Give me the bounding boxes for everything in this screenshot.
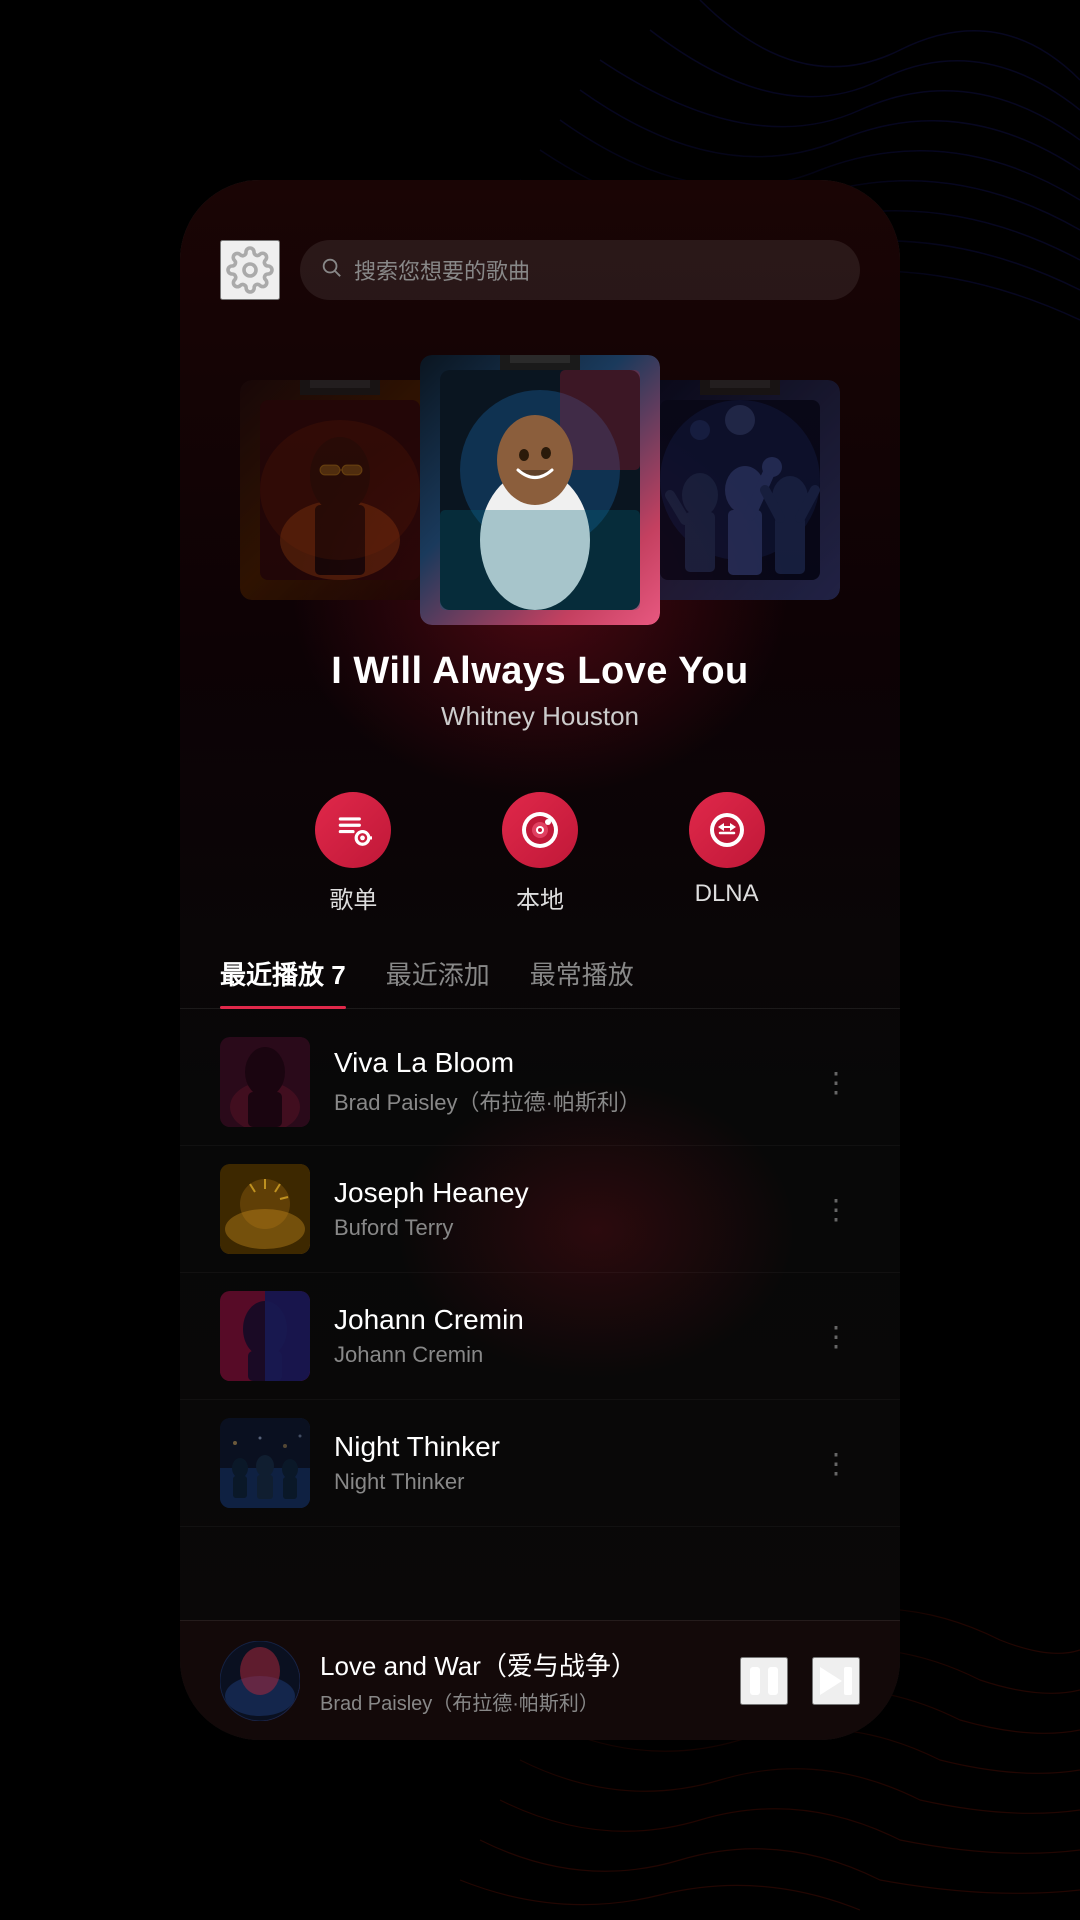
tab-recent[interactable]: 最近播放 7 [220,955,346,1008]
now-playing-bar[interactable]: Love and War（爱与战争） Brad Paisley（布拉德·帕斯利） [180,1620,900,1740]
phone-content: 搜索您想要的歌曲 [180,180,900,1740]
song-title-2: Joseph Heaney [334,1177,788,1209]
top-bar: 搜索您想要的歌曲 [180,180,900,320]
song-thumbnail-4 [220,1418,310,1508]
settings-button[interactable] [220,240,280,300]
nav-icons-row: 歌单 本地 [180,762,900,945]
song-info-3: Johann Cremin Johann Cremin [334,1304,788,1368]
song-info-2: Joseph Heaney Buford Terry [334,1177,788,1241]
featured-song-title: I Will Always Love You [331,650,749,693]
nav-playlist[interactable]: 歌单 [315,792,391,915]
song-info-1: Viva La Bloom Brad Paisley（布拉德·帕斯利） [334,1047,788,1117]
now-playing-controls [740,1657,860,1705]
vinyl-card-center[interactable] [420,355,660,625]
pause-button[interactable] [740,1657,788,1705]
vinyl-disk-right [700,380,780,395]
song-more-4[interactable]: ⋮ [812,1437,860,1490]
vinyl-carousel [200,350,880,630]
playlist-label: 歌单 [329,880,377,915]
tabs-row: 最近播放 7 最近添加 最常播放 [180,945,900,1009]
song-artist-1: Brad Paisley（布拉德·帕斯利） [334,1085,788,1117]
list-item[interactable]: Johann Cremin Johann Cremin ⋮ [180,1273,900,1400]
vinyl-disk-left [300,380,380,395]
album-art-left [240,380,440,600]
album-art-center [420,355,660,625]
nav-dlna[interactable]: DLNA [689,792,765,915]
local-icon-circle [502,792,578,868]
next-button[interactable] [812,1657,860,1705]
now-playing-info: I Will Always Love You Whitney Houston [291,630,789,742]
phone-shell: 搜索您想要的歌曲 [180,180,900,1740]
featured-song-artist: Whitney Houston [331,701,749,732]
nav-local[interactable]: 本地 [502,792,578,915]
vinyl-card-left[interactable] [240,380,440,600]
tab-most-label: 最常播放 [530,960,634,990]
dlna-icon-circle [689,792,765,868]
tab-added[interactable]: 最近添加 [386,955,490,1008]
song-title-3: Johann Cremin [334,1304,788,1336]
list-item[interactable]: Viva La Bloom Brad Paisley（布拉德·帕斯利） ⋮ [180,1019,900,1146]
search-placeholder-text: 搜索您想要的歌曲 [354,254,530,286]
tab-recent-label: 最近播放 [220,960,324,990]
now-playing-song-info: Love and War（爱与战争） Brad Paisley（布拉德·帕斯利） [320,1646,720,1716]
list-item[interactable]: Joseph Heaney Buford Terry ⋮ [180,1146,900,1273]
song-title-1: Viva La Bloom [334,1047,788,1079]
song-more-1[interactable]: ⋮ [812,1056,860,1109]
tab-most[interactable]: 最常播放 [530,955,634,1008]
song-artist-4: Night Thinker [334,1469,788,1495]
list-item[interactable]: Night Thinker Night Thinker ⋮ [180,1400,900,1527]
song-list: Viva La Bloom Brad Paisley（布拉德·帕斯利） ⋮ [180,1009,900,1620]
song-thumbnail-1 [220,1037,310,1127]
song-thumbnail-2 [220,1164,310,1254]
gear-icon [226,246,274,294]
tab-recent-count: 7 [331,960,345,990]
album-art-right [640,380,840,600]
carousel-section: I Will Always Love You Whitney Houston [180,320,900,752]
search-icon [320,256,342,284]
song-more-2[interactable]: ⋮ [812,1183,860,1236]
song-thumbnail-3 [220,1291,310,1381]
vinyl-disk-center [500,355,580,370]
song-title-4: Night Thinker [334,1431,788,1463]
song-info-4: Night Thinker Night Thinker [334,1431,788,1495]
song-more-3[interactable]: ⋮ [812,1310,860,1363]
song-artist-3: Johann Cremin [334,1342,788,1368]
search-bar[interactable]: 搜索您想要的歌曲 [300,240,860,300]
local-label: 本地 [516,880,564,915]
now-playing-artist: Brad Paisley（布拉德·帕斯利） [320,1687,720,1716]
now-playing-title: Love and War（爱与战争） [320,1646,720,1683]
vinyl-card-right[interactable] [640,380,840,600]
playlist-icon-circle [315,792,391,868]
song-artist-2: Buford Terry [334,1215,788,1241]
tab-added-label: 最近添加 [386,960,490,990]
dlna-label: DLNA [695,880,759,908]
now-playing-thumbnail [220,1641,300,1721]
